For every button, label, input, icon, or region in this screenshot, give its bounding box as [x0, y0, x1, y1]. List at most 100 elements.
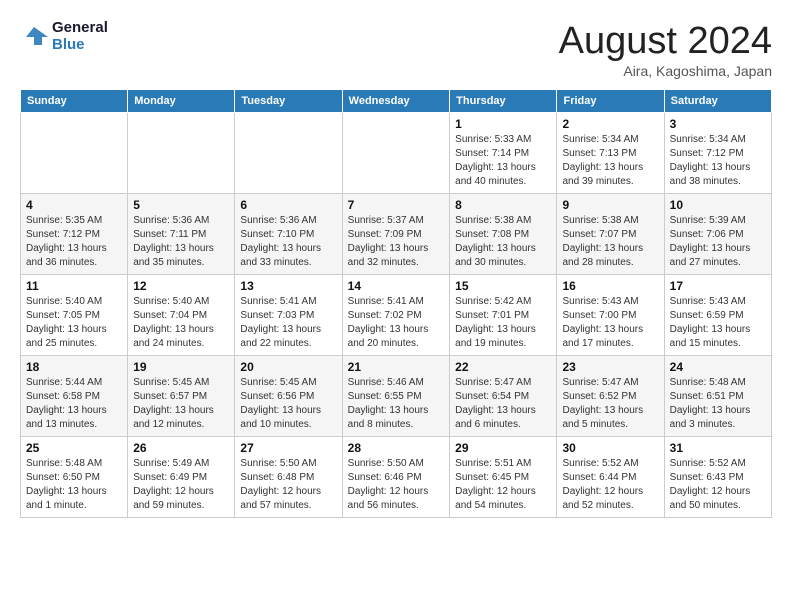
day-number: 8	[455, 198, 551, 212]
day-info: Sunrise: 5:34 AM Sunset: 7:13 PM Dayligh…	[562, 133, 658, 189]
day-number: 2	[562, 117, 658, 131]
day-info: Sunrise: 5:50 AM Sunset: 6:48 PM Dayligh…	[240, 457, 336, 513]
day-info: Sunrise: 5:44 AM Sunset: 6:58 PM Dayligh…	[26, 376, 122, 432]
day-number: 27	[240, 441, 336, 455]
weekday-header-sunday: Sunday	[21, 90, 128, 113]
day-info: Sunrise: 5:47 AM Sunset: 6:54 PM Dayligh…	[455, 376, 551, 432]
day-info: Sunrise: 5:33 AM Sunset: 7:14 PM Dayligh…	[455, 133, 551, 189]
page-header: General Blue August 2024 Aira, Kagoshima…	[20, 20, 772, 79]
day-number: 21	[348, 360, 445, 374]
day-number: 28	[348, 441, 445, 455]
day-number: 6	[240, 198, 336, 212]
calendar-cell: 20 Sunrise: 5:45 AM Sunset: 6:56 PM Dayli…	[235, 356, 342, 437]
day-number: 24	[670, 360, 766, 374]
weekday-header-wednesday: Wednesday	[342, 90, 450, 113]
calendar-cell: 2 Sunrise: 5:34 AM Sunset: 7:13 PM Daylig…	[557, 113, 664, 194]
calendar-table: SundayMondayTuesdayWednesdayThursdayFrid…	[20, 89, 772, 518]
calendar-cell	[128, 113, 235, 194]
logo-text-blue: Blue	[52, 37, 108, 54]
day-info: Sunrise: 5:41 AM Sunset: 7:02 PM Dayligh…	[348, 295, 445, 351]
calendar-cell: 28 Sunrise: 5:50 AM Sunset: 6:46 PM Dayli…	[342, 437, 450, 518]
day-info: Sunrise: 5:36 AM Sunset: 7:10 PM Dayligh…	[240, 214, 336, 270]
day-number: 14	[348, 279, 445, 293]
day-info: Sunrise: 5:43 AM Sunset: 6:59 PM Dayligh…	[670, 295, 766, 351]
day-number: 12	[133, 279, 229, 293]
day-info: Sunrise: 5:39 AM Sunset: 7:06 PM Dayligh…	[670, 214, 766, 270]
day-info: Sunrise: 5:46 AM Sunset: 6:55 PM Dayligh…	[348, 376, 445, 432]
day-info: Sunrise: 5:41 AM Sunset: 7:03 PM Dayligh…	[240, 295, 336, 351]
calendar-cell: 23 Sunrise: 5:47 AM Sunset: 6:52 PM Dayli…	[557, 356, 664, 437]
day-info: Sunrise: 5:49 AM Sunset: 6:49 PM Dayligh…	[133, 457, 229, 513]
day-info: Sunrise: 5:52 AM Sunset: 6:44 PM Dayligh…	[562, 457, 658, 513]
day-number: 10	[670, 198, 766, 212]
day-number: 30	[562, 441, 658, 455]
calendar-cell: 5Sunrise: 5:36 AM Sunset: 7:11 PM Daylig…	[128, 194, 235, 275]
calendar-cell: 19 Sunrise: 5:45 AM Sunset: 6:57 PM Dayli…	[128, 356, 235, 437]
day-info: Sunrise: 5:34 AM Sunset: 7:12 PM Dayligh…	[670, 133, 766, 189]
day-info: Sunrise: 5:40 AM Sunset: 7:05 PM Dayligh…	[26, 295, 122, 351]
calendar-cell: 14 Sunrise: 5:41 AM Sunset: 7:02 PM Dayli…	[342, 275, 450, 356]
calendar-cell: 25 Sunrise: 5:48 AM Sunset: 6:50 PM Dayli…	[21, 437, 128, 518]
logo-container: General Blue	[20, 20, 108, 53]
day-info: Sunrise: 5:51 AM Sunset: 6:45 PM Dayligh…	[455, 457, 551, 513]
day-info: Sunrise: 5:37 AM Sunset: 7:09 PM Dayligh…	[348, 214, 445, 270]
day-number: 9	[562, 198, 658, 212]
day-info: Sunrise: 5:45 AM Sunset: 6:56 PM Dayligh…	[240, 376, 336, 432]
day-number: 20	[240, 360, 336, 374]
calendar-cell: 3 Sunrise: 5:34 AM Sunset: 7:12 PM Daylig…	[664, 113, 771, 194]
calendar-cell: 11 Sunrise: 5:40 AM Sunset: 7:05 PM Dayli…	[21, 275, 128, 356]
weekday-header-tuesday: Tuesday	[235, 90, 342, 113]
day-info: Sunrise: 5:40 AM Sunset: 7:04 PM Dayligh…	[133, 295, 229, 351]
day-info: Sunrise: 5:42 AM Sunset: 7:01 PM Dayligh…	[455, 295, 551, 351]
day-number: 3	[670, 117, 766, 131]
calendar-cell: 29 Sunrise: 5:51 AM Sunset: 6:45 PM Dayli…	[450, 437, 557, 518]
calendar-cell: 22 Sunrise: 5:47 AM Sunset: 6:54 PM Dayli…	[450, 356, 557, 437]
calendar-cell: 15 Sunrise: 5:42 AM Sunset: 7:01 PM Dayli…	[450, 275, 557, 356]
weekday-header-friday: Friday	[557, 90, 664, 113]
calendar-cell: 10 Sunrise: 5:39 AM Sunset: 7:06 PM Dayli…	[664, 194, 771, 275]
logo-bird-icon	[20, 23, 48, 51]
weekday-header-thursday: Thursday	[450, 90, 557, 113]
day-number: 29	[455, 441, 551, 455]
day-number: 17	[670, 279, 766, 293]
calendar-cell: 8 Sunrise: 5:38 AM Sunset: 7:08 PM Daylig…	[450, 194, 557, 275]
title-area: August 2024 Aira, Kagoshima, Japan	[559, 20, 772, 79]
location-subtitle: Aira, Kagoshima, Japan	[559, 63, 772, 79]
calendar-cell	[342, 113, 450, 194]
day-info: Sunrise: 5:38 AM Sunset: 7:08 PM Dayligh…	[455, 214, 551, 270]
calendar-cell: 12 Sunrise: 5:40 AM Sunset: 7:04 PM Dayli…	[128, 275, 235, 356]
day-info: Sunrise: 5:45 AM Sunset: 6:57 PM Dayligh…	[133, 376, 229, 432]
day-info: Sunrise: 5:38 AM Sunset: 7:07 PM Dayligh…	[562, 214, 658, 270]
day-number: 5	[133, 198, 229, 212]
day-number: 19	[133, 360, 229, 374]
calendar-cell: 31 Sunrise: 5:52 AM Sunset: 6:43 PM Dayli…	[664, 437, 771, 518]
day-info: Sunrise: 5:35 AM Sunset: 7:12 PM Dayligh…	[26, 214, 122, 270]
day-info: Sunrise: 5:52 AM Sunset: 6:43 PM Dayligh…	[670, 457, 766, 513]
calendar-cell: 13 Sunrise: 5:41 AM Sunset: 7:03 PM Dayli…	[235, 275, 342, 356]
logo: General Blue	[20, 20, 108, 53]
calendar-cell: 24 Sunrise: 5:48 AM Sunset: 6:51 PM Dayli…	[664, 356, 771, 437]
calendar-cell	[21, 113, 128, 194]
day-number: 22	[455, 360, 551, 374]
day-number: 26	[133, 441, 229, 455]
month-title: August 2024	[559, 20, 772, 63]
day-number: 23	[562, 360, 658, 374]
logo-text-general: General	[52, 20, 108, 37]
day-number: 1	[455, 117, 551, 131]
day-info: Sunrise: 5:48 AM Sunset: 6:51 PM Dayligh…	[670, 376, 766, 432]
day-number: 4	[26, 198, 122, 212]
day-info: Sunrise: 5:47 AM Sunset: 6:52 PM Dayligh…	[562, 376, 658, 432]
calendar-cell: 21 Sunrise: 5:46 AM Sunset: 6:55 PM Dayli…	[342, 356, 450, 437]
calendar-cell: 17 Sunrise: 5:43 AM Sunset: 6:59 PM Dayli…	[664, 275, 771, 356]
day-number: 31	[670, 441, 766, 455]
calendar-cell: 27 Sunrise: 5:50 AM Sunset: 6:48 PM Dayli…	[235, 437, 342, 518]
calendar-cell: 7Sunrise: 5:37 AM Sunset: 7:09 PM Daylig…	[342, 194, 450, 275]
calendar-cell: 4 Sunrise: 5:35 AM Sunset: 7:12 PM Daylig…	[21, 194, 128, 275]
day-number: 13	[240, 279, 336, 293]
day-number: 11	[26, 279, 122, 293]
day-number: 15	[455, 279, 551, 293]
day-info: Sunrise: 5:50 AM Sunset: 6:46 PM Dayligh…	[348, 457, 445, 513]
day-number: 25	[26, 441, 122, 455]
day-info: Sunrise: 5:48 AM Sunset: 6:50 PM Dayligh…	[26, 457, 122, 513]
day-number: 16	[562, 279, 658, 293]
